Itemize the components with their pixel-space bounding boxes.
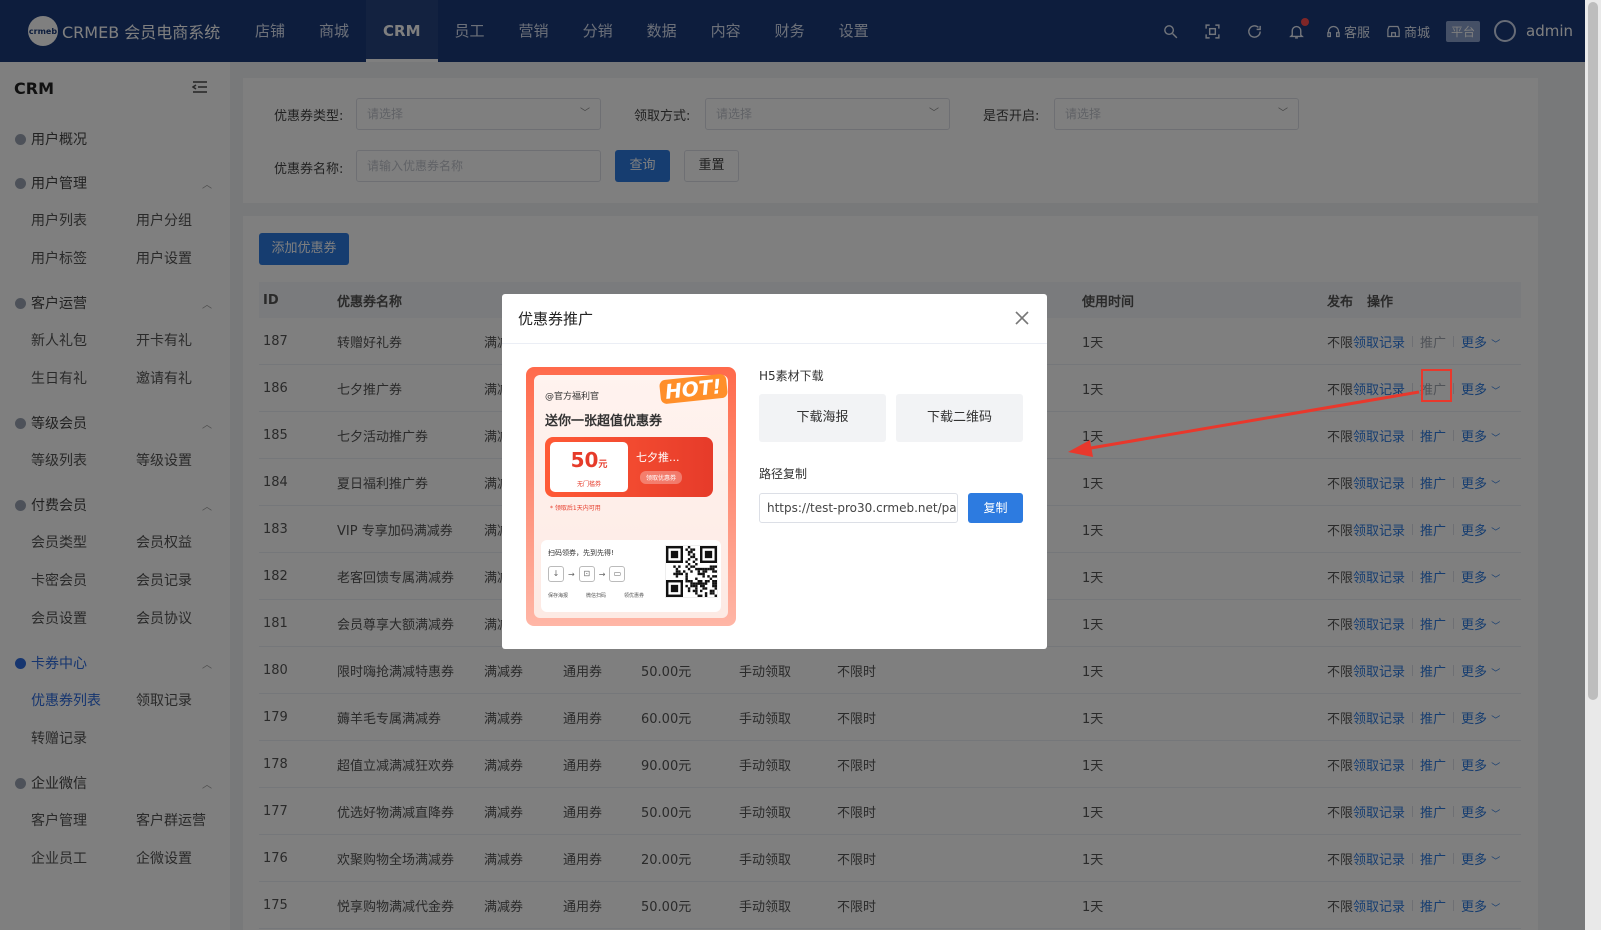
qr-code xyxy=(665,545,718,598)
poster-receive-button: 领取优惠券 xyxy=(640,471,683,484)
dialog-title: 优惠券推广 xyxy=(518,310,594,328)
path-input[interactable]: https://test-pro30.crmeb.net/pages/ xyxy=(759,493,958,523)
poster-step-labels: 保存海报 微信扫码 领优惠券 xyxy=(548,592,662,599)
h5-download-label: H5素材下载 xyxy=(759,369,824,383)
coupon-amount-box: 50元 无门槛券 xyxy=(550,442,628,492)
coupon-name: 七夕推... xyxy=(636,451,680,464)
scan-icon: ⊡ xyxy=(578,566,595,582)
h5-section: H5素材下载 xyxy=(759,367,824,384)
step-label: 微信扫码 xyxy=(586,593,607,599)
arrow-right-icon: → xyxy=(568,569,575,579)
poster-card: @官方福利官 HOT! 送你一张超值优惠券 50元 无门槛券 七夕推... 领取… xyxy=(534,373,728,618)
coupon-poster: @官方福利官 HOT! 送你一张超值优惠券 50元 无门槛券 七夕推... 领取… xyxy=(526,367,736,626)
page-scrollbar[interactable] xyxy=(1585,0,1601,930)
dialog-header: 优惠券推广 xyxy=(502,294,1047,344)
poster-note: * 领取后1天内可用 xyxy=(550,505,601,512)
poster-scan-area: 扫码领券，先到先得! ↓ → ⊡ → ▭ 保存海报 微信扫码 领优惠券 xyxy=(541,540,721,612)
poster-tag: @官方福利官 xyxy=(545,392,600,402)
scan-text: 扫码领券，先到先得! xyxy=(548,549,614,557)
path-section: 路径复制 xyxy=(759,465,807,482)
poster-headline: 送你一张超值优惠券 xyxy=(545,414,663,429)
download-icon: ↓ xyxy=(548,566,564,582)
poster-coupon: 50元 无门槛券 七夕推... 领取优惠券 xyxy=(545,437,713,497)
path-copy-label: 路径复制 xyxy=(759,467,808,481)
download-poster-button[interactable]: 下载海报 xyxy=(759,394,886,442)
coupon-condition: 无门槛券 xyxy=(576,481,601,488)
step-label: 领优惠券 xyxy=(624,593,645,599)
promote-highlight-box xyxy=(1421,369,1452,402)
coupon-amount: 50元 xyxy=(550,446,628,479)
coupon-promotion-dialog: 优惠券推广 @官方福利官 HOT! 送你一张超值优惠券 50元 无门槛券 七夕推… xyxy=(502,294,1047,649)
arrow-right-icon: → xyxy=(598,569,606,579)
copy-button[interactable]: 复制 xyxy=(968,493,1023,523)
amount-unit: 元 xyxy=(598,460,608,470)
step-label: 保存海报 xyxy=(548,593,569,599)
close-icon[interactable] xyxy=(1015,310,1031,327)
ticket-icon: ▭ xyxy=(609,566,626,582)
poster-steps: ↓ → ⊡ → ▭ xyxy=(548,566,626,582)
scrollbar-thumb[interactable] xyxy=(1588,2,1598,700)
hot-badge: HOT! xyxy=(658,373,728,405)
amount-value: 50 xyxy=(570,448,599,472)
download-qr-button[interactable]: 下载二维码 xyxy=(896,394,1023,442)
